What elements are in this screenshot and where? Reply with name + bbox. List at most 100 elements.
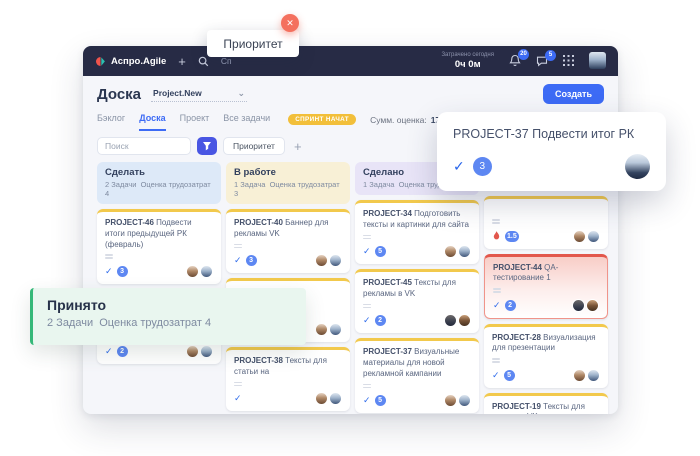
check-icon: ✓: [234, 255, 242, 266]
tab-all-tasks[interactable]: Все задачи: [223, 113, 270, 131]
estimate-badge: 2: [505, 300, 516, 311]
priority-filter-chip[interactable]: Приоритет: [223, 137, 285, 155]
app-logo[interactable]: Аспро.Agile: [95, 56, 166, 67]
apps-grid-icon[interactable]: [563, 55, 574, 66]
nav-sprints-label[interactable]: Сп: [221, 56, 232, 66]
estimate-badge: 3: [473, 157, 492, 176]
avatar: [625, 154, 650, 179]
time-tracker-value: 0ч 0м: [441, 59, 494, 70]
task-title-line: PROJECT-19 Тексты для рекламы VK: [492, 402, 600, 414]
time-badge: 1.5: [505, 231, 519, 242]
accepted-title: Принято: [47, 297, 292, 313]
close-icon[interactable]: ✕: [281, 14, 299, 32]
check-icon: ✓: [363, 395, 371, 406]
task-card[interactable]: PROJECT-44 QA-тестирование 1✓2: [484, 254, 608, 319]
check-icon: ✓: [363, 315, 371, 326]
filter-button[interactable]: [197, 137, 217, 155]
description-icon: [234, 244, 342, 249]
create-button[interactable]: Создать: [543, 84, 604, 104]
task-meta: 1.5: [492, 230, 600, 243]
task-title-line: PROJECT-40 Баннер для рекламы VK: [234, 218, 342, 240]
task-id: PROJECT-44: [493, 263, 542, 272]
task-meta: ✓2: [105, 345, 213, 358]
add-filter-button[interactable]: +: [294, 139, 302, 154]
board-column: Сделано1 Задача Оценка трудозатратPROJEC…: [355, 162, 479, 414]
avatar: [200, 265, 213, 278]
column-title: Сделать: [105, 167, 213, 178]
assignee-avatars: [572, 299, 599, 312]
task-card[interactable]: PROJECT-46 Подвести итоги предыдущей РК …: [97, 209, 221, 284]
task-id: PROJECT-38: [234, 356, 283, 365]
task-card[interactable]: PROJECT-34 Подготовить тексты и картинки…: [355, 200, 479, 264]
tab-project[interactable]: Проект: [180, 113, 210, 131]
funnel-icon: [202, 141, 212, 151]
avatar: [458, 245, 471, 258]
check-icon: ✓: [492, 370, 500, 381]
avatar: [329, 323, 342, 336]
task-card[interactable]: PROJECT-37 Визуальные материалы для ново…: [355, 338, 479, 413]
task-meta: ✓2: [363, 314, 471, 327]
avatar: [315, 323, 328, 336]
task-title-line: PROJECT-38 Тексты для статьи на: [234, 356, 342, 378]
board-column: 1.5PROJECT-44 QA-тестирование 1✓2PROJECT…: [484, 162, 608, 414]
assignee-avatars: [573, 230, 600, 243]
notifications-button[interactable]: 20: [509, 54, 521, 67]
description-icon: [492, 219, 600, 224]
task-card[interactable]: PROJECT-28 Визуализация для презентации✓…: [484, 324, 608, 388]
task-meta: ✓3: [234, 254, 342, 267]
avatar: [573, 369, 586, 382]
task-id: PROJECT-28: [492, 333, 541, 342]
description-icon: [363, 235, 471, 240]
tab-backlog[interactable]: Бэклог: [97, 113, 125, 131]
task-card[interactable]: PROJECT-40 Баннер для рекламы VK ✓3: [226, 209, 350, 273]
estimate-badge: 2: [375, 315, 386, 326]
time-tracker[interactable]: Затрачено сегодня 0ч 0м: [441, 52, 494, 71]
task-title-line: PROJECT-44 QA-тестирование 1: [493, 263, 599, 285]
messages-button[interactable]: 5: [536, 55, 548, 67]
estimate-badge: 3: [117, 266, 128, 277]
avatar: [329, 392, 342, 405]
search-input[interactable]: [97, 137, 191, 155]
task-card[interactable]: 1.5: [484, 196, 608, 249]
avatar: [186, 265, 199, 278]
task-card[interactable]: PROJECT-38 Тексты для статьи на ✓: [226, 347, 350, 411]
column-header: Сделать2 Задачи Оценка трудозатрат 4: [97, 162, 221, 204]
avatar: [444, 245, 457, 258]
task-card[interactable]: PROJECT-45 Тексты для рекламы в VK✓2: [355, 269, 479, 333]
task-id: PROJECT-40: [234, 218, 283, 227]
task-popup[interactable]: PROJECT-37 Подвести итог РК ✓ 3: [437, 112, 666, 191]
description-icon: [234, 382, 342, 387]
accepted-column-callout: Принято 2 Задачи Оценка трудозатрат 4: [30, 288, 306, 345]
task-meta: ✓5: [363, 394, 471, 407]
avatar: [315, 392, 328, 405]
user-avatar[interactable]: [589, 52, 606, 69]
avatar: [315, 254, 328, 267]
estimate-badge: 2: [117, 346, 128, 357]
avatar: [444, 314, 457, 327]
messages-badge: 5: [545, 50, 556, 61]
check-icon: ✓: [105, 346, 113, 357]
task-id: PROJECT-45: [363, 278, 412, 287]
avatar: [186, 345, 199, 358]
avatar: [458, 314, 471, 327]
search-icon[interactable]: [198, 56, 209, 67]
check-icon: ✓: [453, 158, 465, 175]
check-icon: ✓: [234, 393, 242, 404]
notifications-badge: 20: [518, 49, 529, 60]
avatar: [586, 299, 599, 312]
board-select[interactable]: Project.New ⌄: [151, 87, 247, 102]
task-meta: ✓3: [105, 265, 213, 278]
avatar: [573, 230, 586, 243]
task-card[interactable]: PROJECT-19 Тексты для рекламы VK✓5: [484, 393, 608, 414]
sprint-status-badge: СПРИНТ НАЧАТ: [288, 114, 356, 125]
avatar: [200, 345, 213, 358]
avatar: [587, 230, 600, 243]
create-task-icon[interactable]: +: [178, 55, 186, 68]
task-title-line: PROJECT-37 Визуальные материалы для ново…: [363, 347, 471, 379]
avatar: [458, 394, 471, 407]
column-header: В работе1 Задача Оценка трудозатрат 3: [226, 162, 350, 204]
avatar: [587, 369, 600, 382]
tab-board[interactable]: Доска: [139, 113, 165, 131]
fire-icon: [492, 231, 501, 242]
task-id: PROJECT-46: [105, 218, 154, 227]
